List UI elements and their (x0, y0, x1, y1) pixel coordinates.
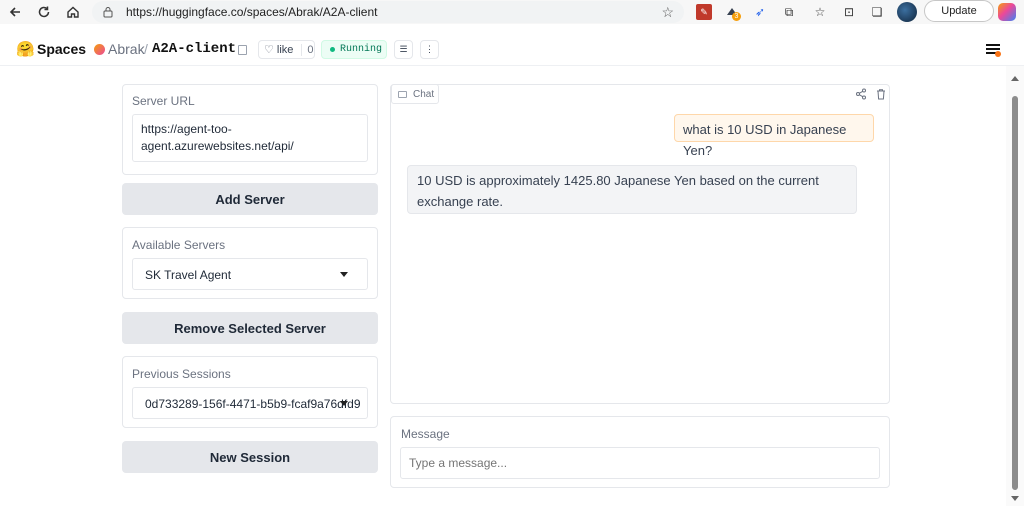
chat-icon (398, 90, 407, 98)
extension-badge-icon[interactable]: 3 (724, 4, 741, 21)
extension-badge-count: 3 (732, 12, 741, 21)
add-server-button[interactable]: Add Server (122, 183, 378, 215)
status-badge[interactable]: Running (321, 40, 387, 59)
more-options-button[interactable]: ⋮ (420, 40, 439, 59)
favorite-star-icon[interactable]: ☆ (661, 4, 674, 21)
previous-sessions-dropdown[interactable]: 0d733289-156f-4471-b5b9-fcaf9a76dfd9 (132, 387, 368, 419)
status-label: Running (340, 44, 383, 55)
url-text[interactable]: https://huggingface.co/spaces/Abrak/A2A-… (126, 5, 377, 19)
scrollbar-thumb[interactable] (1012, 96, 1018, 490)
available-servers-selected: SK Travel Agent (145, 268, 232, 282)
repo-name[interactable]: A2A-client (152, 41, 236, 57)
owner-link[interactable]: Abrak (108, 41, 145, 57)
scroll-down-icon[interactable] (1011, 496, 1019, 501)
favorites-icon[interactable]: ☆ (812, 4, 828, 20)
copilot-icon[interactable] (998, 3, 1016, 21)
message-input[interactable] (400, 447, 880, 479)
available-servers-label: Available Servers (132, 238, 226, 252)
notification-dot (995, 51, 1001, 57)
copy-icon[interactable] (238, 45, 247, 55)
chevron-down-icon[interactable] (340, 272, 348, 277)
pdf-extension-icon[interactable]: ✎ (696, 4, 712, 20)
new-session-button[interactable]: New Session (122, 441, 378, 473)
update-button[interactable]: Update (924, 0, 994, 22)
assistant-message: 10 USD is approximately 1425.80 Japanese… (407, 165, 857, 214)
chevron-down-icon[interactable] (340, 401, 348, 406)
server-url-label: Server URL (132, 94, 195, 108)
kebab-menu-icon: ⋮ (425, 44, 434, 54)
owner-avatar (94, 44, 105, 55)
feather-extension-icon[interactable]: ➶ (752, 4, 768, 20)
status-dot-icon (330, 47, 335, 52)
address-bar[interactable]: https://huggingface.co/spaces/Abrak/A2A-… (92, 1, 684, 23)
profile-avatar[interactable] (897, 2, 917, 22)
message-label: Message (401, 427, 450, 441)
chat-label-tab: Chat (391, 84, 439, 104)
previous-sessions-label: Previous Sessions (132, 367, 231, 381)
path-separator: / (144, 41, 148, 57)
collections-icon[interactable]: ❏ (869, 4, 885, 20)
reload-icon[interactable] (33, 1, 55, 23)
spaces-link[interactable]: Spaces (37, 41, 86, 57)
chat-tab-label: Chat (413, 88, 435, 100)
list-icon: ☰ (399, 44, 408, 54)
back-icon[interactable] (4, 1, 26, 23)
screenshot-icon[interactable]: ⊡ (841, 4, 857, 20)
available-servers-dropdown[interactable]: SK Travel Agent (132, 258, 368, 290)
hugging-face-logo-icon[interactable]: 🤗 (16, 40, 35, 58)
share-icon[interactable] (855, 87, 867, 100)
like-button[interactable]: ♡ like 0 (258, 40, 315, 59)
puzzle-extensions-icon[interactable]: ⧉ (781, 4, 797, 20)
scroll-up-icon[interactable] (1011, 76, 1019, 81)
site-info-icon[interactable] (100, 4, 116, 20)
remove-server-button[interactable]: Remove Selected Server (122, 312, 378, 344)
logs-button[interactable]: ☰ (394, 40, 413, 59)
heart-icon: ♡ (264, 44, 274, 56)
like-count: 0 (301, 43, 314, 56)
previous-sessions-selected: 0d733289-156f-4471-b5b9-fcaf9a76dfd9 (145, 397, 361, 411)
trash-icon[interactable] (875, 87, 887, 100)
server-url-input[interactable]: https://agent-too-agent.azurewebsites.ne… (132, 114, 368, 162)
browser-toolbar: https://huggingface.co/spaces/Abrak/A2A-… (0, 0, 1024, 24)
home-icon[interactable] (62, 1, 84, 23)
like-label: like (276, 43, 294, 56)
user-message: what is 10 USD in Japanese Yen? (674, 114, 874, 158)
